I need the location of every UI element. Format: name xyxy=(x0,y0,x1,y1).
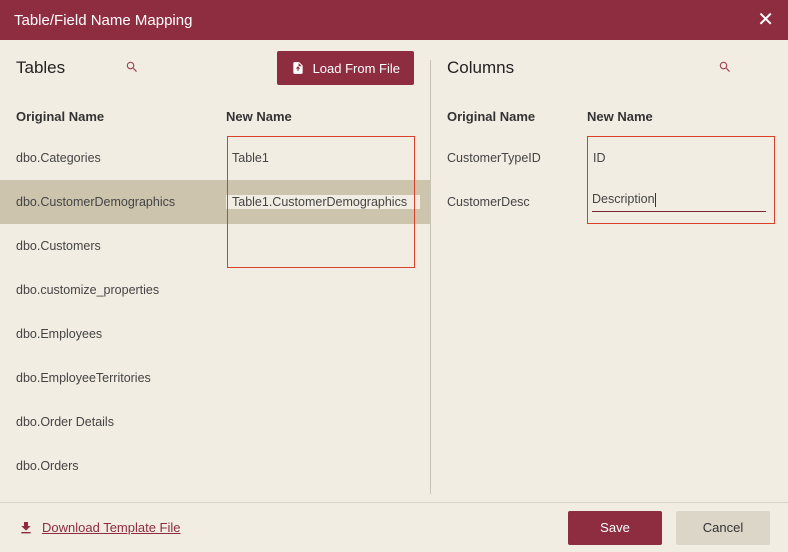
table-row[interactable]: dbo.Orders xyxy=(0,444,430,488)
tables-header-original: Original Name xyxy=(16,109,226,124)
tables-label: Tables xyxy=(16,58,65,78)
column-new-name[interactable]: Description xyxy=(586,192,772,212)
tables-column-headers: Original Name New Name xyxy=(0,96,430,136)
table-original-name: dbo.Employees xyxy=(16,327,226,341)
modal-title: Table/Field Name Mapping xyxy=(14,12,192,29)
columns-header-original: Original Name xyxy=(447,109,587,124)
tables-search[interactable] xyxy=(65,60,276,77)
table-original-name: dbo.Order Details xyxy=(16,415,226,429)
load-from-file-button[interactable]: Load From File xyxy=(277,51,414,85)
tables-header-new: New Name xyxy=(226,109,414,124)
table-original-name: dbo.Categories xyxy=(16,151,226,165)
modal-body: Tables Load From File Original Name New … xyxy=(0,40,788,502)
cancel-button[interactable]: Cancel xyxy=(676,511,770,545)
search-icon xyxy=(125,60,139,77)
columns-column-headers: Original Name New Name xyxy=(431,96,788,136)
search-icon xyxy=(718,60,732,77)
column-new-name[interactable]: ID xyxy=(587,151,772,165)
table-row[interactable]: dbo.CategoriesTable1 xyxy=(0,136,430,180)
table-row[interactable]: dbo.Customers xyxy=(0,224,430,268)
tables-header: Tables Load From File xyxy=(0,40,430,96)
save-button[interactable]: Save xyxy=(568,511,662,545)
download-template-link[interactable]: Download Template File xyxy=(18,520,181,536)
download-icon xyxy=(18,520,34,536)
file-icon xyxy=(291,60,305,76)
titlebar: Table/Field Name Mapping ✕ xyxy=(0,0,788,40)
column-original-name: CustomerTypeID xyxy=(447,151,587,165)
columns-rows: CustomerTypeIDIDCustomerDescDescription xyxy=(431,136,788,502)
tables-rows: dbo.CategoriesTable1dbo.CustomerDemograp… xyxy=(0,136,430,502)
table-row[interactable]: dbo.Org xyxy=(0,488,430,502)
columns-search[interactable] xyxy=(514,60,772,77)
table-row[interactable]: dbo.CustomerDemographicsTable1.CustomerD… xyxy=(0,180,430,224)
table-new-name[interactable]: Table1.CustomerDemographics xyxy=(226,195,420,209)
modal-window: Table/Field Name Mapping ✕ Tables Load F… xyxy=(0,0,788,552)
column-row[interactable]: CustomerDescDescription xyxy=(431,180,788,224)
column-original-name: CustomerDesc xyxy=(447,195,586,209)
tables-panel: Tables Load From File Original Name New … xyxy=(0,40,430,502)
table-row[interactable]: dbo.Order Details xyxy=(0,400,430,444)
table-original-name: dbo.customize_properties xyxy=(16,283,226,297)
footer: Download Template File Save Cancel xyxy=(0,502,788,552)
column-row[interactable]: CustomerTypeIDID xyxy=(431,136,788,180)
table-new-name[interactable]: Table1 xyxy=(226,151,414,165)
table-original-name: dbo.CustomerDemographics xyxy=(16,195,226,209)
columns-header: Columns xyxy=(431,40,788,96)
table-original-name: dbo.Orders xyxy=(16,459,226,473)
table-row[interactable]: dbo.customize_properties xyxy=(0,268,430,312)
table-row[interactable]: dbo.Employees xyxy=(0,312,430,356)
columns-header-new: New Name xyxy=(587,109,772,124)
columns-panel: Columns Original Name New Name CustomerT… xyxy=(431,40,788,502)
close-icon[interactable]: ✕ xyxy=(757,10,774,30)
table-row[interactable]: dbo.EmployeeTerritories xyxy=(0,356,430,400)
table-original-name: dbo.Customers xyxy=(16,239,226,253)
columns-label: Columns xyxy=(447,58,514,78)
table-original-name: dbo.EmployeeTerritories xyxy=(16,371,226,385)
